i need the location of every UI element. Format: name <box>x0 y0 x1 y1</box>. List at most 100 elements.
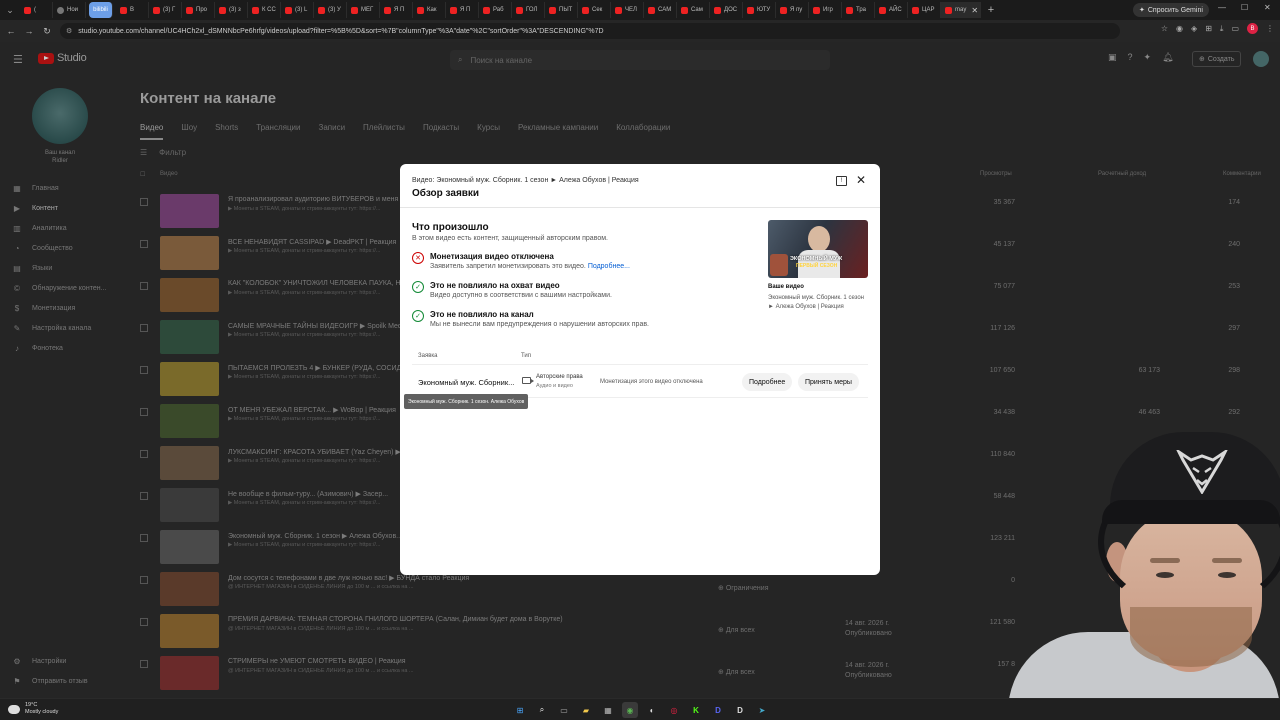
filter-bar[interactable]: ☰ Фильтр <box>140 148 186 157</box>
video-thumbnail[interactable] <box>160 488 219 522</box>
bookmark-star-icon[interactable]: ☆ <box>1161 24 1168 33</box>
sidebar-item[interactable]: © Обнаружение контен... <box>12 284 106 293</box>
content-tab[interactable]: Shorts <box>215 123 238 140</box>
video-thumbnail[interactable] <box>160 446 219 480</box>
content-tab[interactable]: Видео <box>140 123 164 140</box>
row-checkbox[interactable] <box>140 492 148 500</box>
video-title[interactable]: ПЫТАЕМСЯ ПРОЛЕЗТЬ 4 ▶ БУНКЕР (РУДА, СОСИ… <box>228 364 414 372</box>
browser-tab[interactable]: ПЫТ <box>545 2 578 18</box>
browser-tab[interactable]: Игр <box>809 2 842 18</box>
browser-menu-icon[interactable]: ⋮ <box>1266 24 1274 33</box>
details-button[interactable]: Подробнее <box>742 373 793 391</box>
minimize-icon[interactable]: — <box>1218 3 1226 12</box>
video-thumbnail[interactable] <box>160 362 219 396</box>
studio-logo[interactable]: Studio <box>38 52 87 64</box>
new-tab-button[interactable]: + <box>981 4 1001 16</box>
video-title[interactable]: ЛУКСМАКСИНГ: КРАСОТА УБИВАЕТ (Yaz Cheyen… <box>228 448 407 456</box>
create-button[interactable]: ⊕ Создать <box>1192 51 1242 67</box>
take-action-button[interactable]: Принять меры <box>798 373 859 391</box>
split-view-icon[interactable]: ▭ <box>1231 24 1239 33</box>
browser-tab[interactable]: Тра <box>842 2 875 18</box>
maximize-icon[interactable]: ☐ <box>1241 3 1248 12</box>
address-input[interactable]: ⚙ studio.youtube.com/channel/UC4HCh2xl_d… <box>60 23 1120 39</box>
browser-tab[interactable]: САМ <box>644 2 677 18</box>
video-thumbnail[interactable] <box>160 530 219 564</box>
file-explorer-icon[interactable]: ▰ <box>578 702 594 718</box>
windows-start-icon[interactable]: ⊞ <box>512 702 528 718</box>
video-thumbnail[interactable] <box>160 278 219 312</box>
content-tab[interactable]: Шоу <box>181 123 197 140</box>
close-dialog-icon[interactable]: ✕ <box>856 173 866 187</box>
video-thumbnail[interactable] <box>160 656 219 690</box>
browser-tab[interactable]: (3) з <box>215 2 248 18</box>
browser-tab[interactable]: К СС <box>248 2 281 18</box>
video-title[interactable]: Дом сосутся с телефонами в две луж ночью… <box>228 574 469 582</box>
video-title[interactable]: Экономный муж. Сборник. 1 сезон ▶ Алежа … <box>228 532 402 540</box>
sidebar-item[interactable]: ▦ Главная <box>12 184 58 193</box>
row-checkbox[interactable] <box>140 324 148 332</box>
row-checkbox[interactable] <box>140 198 148 206</box>
reload-icon[interactable]: ↻ <box>38 26 56 37</box>
content-tab[interactable]: Рекламные кампании <box>518 123 598 140</box>
video-thumbnail[interactable]: ЭКОНОМНЫЙ МУЖ ПЕРВЫЙ СЕЗОН <box>768 220 868 278</box>
browser-tab[interactable]: ( <box>20 2 53 18</box>
video-title[interactable]: САМЫЕ МРАЧНЫЕ ТАЙНЫ ВИДЕОИГР ▶ Spoilk Me… <box>228 322 413 330</box>
ai-sparkle-icon[interactable]: ✦ <box>1144 52 1152 63</box>
sidebar-item[interactable]: ▤ Языки <box>12 264 52 273</box>
content-tab[interactable]: Курсы <box>477 123 500 140</box>
browser-tab[interactable]: Про <box>182 2 215 18</box>
browser-tab[interactable]: Сам <box>677 2 710 18</box>
browser-tab[interactable]: bilibili <box>89 2 113 18</box>
select-all-checkbox[interactable]: ☐ <box>140 171 145 178</box>
claim-name[interactable]: Экономный муж. Сборник... <box>418 378 516 387</box>
content-tab[interactable]: Записи <box>318 123 345 140</box>
row-checkbox[interactable] <box>140 282 148 290</box>
content-tab[interactable]: Подкасты <box>423 123 459 140</box>
column-revenue[interactable]: Расчетный доход <box>1098 171 1146 177</box>
video-thumbnail[interactable] <box>160 572 219 606</box>
sidebar-item[interactable]: ⚑ Отправить отзыв <box>12 677 87 686</box>
content-tab[interactable]: Коллаборации <box>616 123 670 140</box>
row-checkbox[interactable] <box>140 240 148 248</box>
sidebar-item[interactable]: ✎ Настройка канала <box>12 324 92 333</box>
video-thumbnail[interactable] <box>160 236 219 270</box>
obs-icon[interactable]: ◎ <box>666 702 682 718</box>
video-thumbnail[interactable] <box>160 614 219 648</box>
tab-search-icon[interactable]: ⌄ <box>0 0 20 20</box>
browser-tab[interactable]: may ✕ <box>941 2 981 18</box>
row-checkbox[interactable] <box>140 450 148 458</box>
row-checkbox[interactable] <box>140 576 148 584</box>
kick-icon[interactable]: K <box>688 702 704 718</box>
browser-tab[interactable]: (3) Г <box>149 2 182 18</box>
video-title[interactable]: КАК "КОЛОБОК" УНИЧТОЖИЛ ЧЕЛОВЕКА ПАУКА, … <box>228 280 411 287</box>
browser-tab[interactable]: В <box>116 2 149 18</box>
row-checkbox[interactable] <box>140 408 148 416</box>
back-icon[interactable]: ← <box>2 26 20 36</box>
weather-widget[interactable]: 19°C Mostly cloudy <box>8 702 58 716</box>
content-tab[interactable]: Трансляции <box>256 123 300 140</box>
comments-icon[interactable]: ▣ <box>1108 52 1117 63</box>
notifications-icon[interactable]: 🔔︎ <box>1162 52 1173 63</box>
calendar-app-icon[interactable]: ▦ <box>600 702 616 718</box>
column-views[interactable]: Просмотры <box>980 171 1012 177</box>
video-title[interactable]: Не вообще в фильм-туру... (Азимович) ▶ З… <box>228 490 388 498</box>
browser-tab[interactable]: Нои <box>53 2 86 18</box>
browser-tab[interactable]: ЧЕЛ <box>611 2 644 18</box>
browser-tab[interactable]: Я П <box>446 2 479 18</box>
browser-tab[interactable]: ЦАР <box>908 2 941 18</box>
davinci-icon[interactable]: D <box>732 702 748 718</box>
browser-tab[interactable]: ЮТУ <box>743 2 776 18</box>
extension-icon[interactable]: ◉ <box>1176 24 1183 33</box>
video-title[interactable]: ВСЕ НЕНАВИДЯТ CASSIPAD ▶ DeadPKT | Реакц… <box>228 238 396 246</box>
account-avatar[interactable] <box>1253 51 1269 67</box>
sidebar-item[interactable]: ◔ Сообщество <box>12 244 73 253</box>
sidebar-item[interactable]: ♪ Фонотека <box>12 344 63 353</box>
chrome-icon[interactable]: ◉ <box>622 702 638 718</box>
discord-icon[interactable]: D <box>710 702 726 718</box>
video-title[interactable]: Я проанализировал аудиторию ВИТУБЕРОВ и … <box>228 196 412 203</box>
browser-tab[interactable]: МЕГ <box>347 2 380 18</box>
gemini-button[interactable]: ✦ Спросить Gemini <box>1133 3 1209 17</box>
sidebar-item[interactable]: $ Монетизация <box>12 304 76 313</box>
browser-tab[interactable]: Сек <box>578 2 611 18</box>
row-checkbox[interactable] <box>140 660 148 668</box>
